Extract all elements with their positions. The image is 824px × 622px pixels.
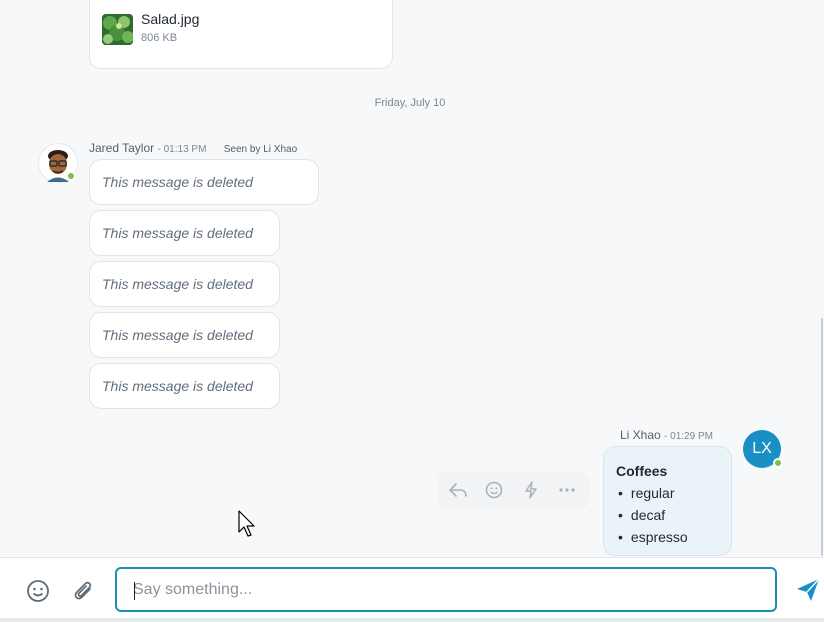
scrollbar[interactable]: [819, 0, 824, 557]
own-message-bubble[interactable]: Coffees regular decaf espresso: [603, 446, 732, 556]
seen-status: Seen by Li Xhao: [223, 144, 298, 155]
file-name[interactable]: Salad.jpg: [141, 11, 199, 27]
message-actions-toolbar: [437, 472, 589, 508]
message-time: - 01:29 PM: [664, 431, 713, 442]
list-item: decaf: [616, 504, 719, 526]
reply-icon[interactable]: [448, 481, 468, 499]
online-status-indicator: [773, 458, 783, 468]
file-size: 806 KB: [141, 32, 178, 44]
message-composer: [0, 557, 824, 622]
scrollbar-thumb[interactable]: [821, 318, 823, 556]
sender-name[interactable]: Jared Taylor: [89, 141, 154, 155]
message-title: Coffees: [616, 463, 668, 479]
message-list-items: regular decaf espresso: [616, 482, 719, 548]
deleted-message-bubble[interactable]: This message is deleted: [89, 312, 280, 358]
deleted-message-bubble[interactable]: This message is deleted: [89, 159, 319, 205]
bottom-edge-strip: [0, 618, 824, 622]
emoji-icon[interactable]: [484, 481, 504, 499]
mouse-cursor-icon: [238, 510, 258, 543]
avatar-initials: LX: [752, 440, 772, 457]
deleted-message-bubble[interactable]: This message is deleted: [89, 210, 280, 256]
list-item: regular: [616, 482, 719, 504]
message-input[interactable]: [117, 569, 775, 610]
date-separator: Friday, July 10: [374, 97, 446, 109]
flash-icon[interactable]: [521, 481, 541, 499]
message-input-box[interactable]: [115, 567, 777, 612]
sender-line: Li Xhao - 01:29 PM: [620, 428, 713, 442]
avatar[interactable]: [38, 143, 78, 183]
online-status-indicator: [66, 171, 76, 181]
message-list[interactable]: Salad.jpg 806 KB Friday, July 10 Jared T…: [0, 0, 824, 557]
text-caret: [134, 582, 135, 600]
sender-line: Jared Taylor - 01:13 PM Seen by Li Xhao: [89, 141, 297, 155]
sender-name[interactable]: Li Xhao: [620, 428, 661, 442]
deleted-message-bubble[interactable]: This message is deleted: [89, 363, 280, 409]
message-time: - 01:13 PM: [157, 144, 207, 155]
file-attachment-card[interactable]: Salad.jpg 806 KB: [89, 0, 393, 69]
more-icon[interactable]: [557, 481, 577, 499]
deleted-message-bubble[interactable]: This message is deleted: [89, 261, 280, 307]
attachment-icon[interactable]: [72, 579, 96, 603]
emoji-picker-icon[interactable]: [26, 579, 50, 603]
list-item: espresso: [616, 526, 719, 548]
image-thumbnail-icon[interactable]: [102, 14, 133, 45]
avatar[interactable]: LX: [743, 430, 783, 468]
send-icon[interactable]: [795, 577, 820, 601]
